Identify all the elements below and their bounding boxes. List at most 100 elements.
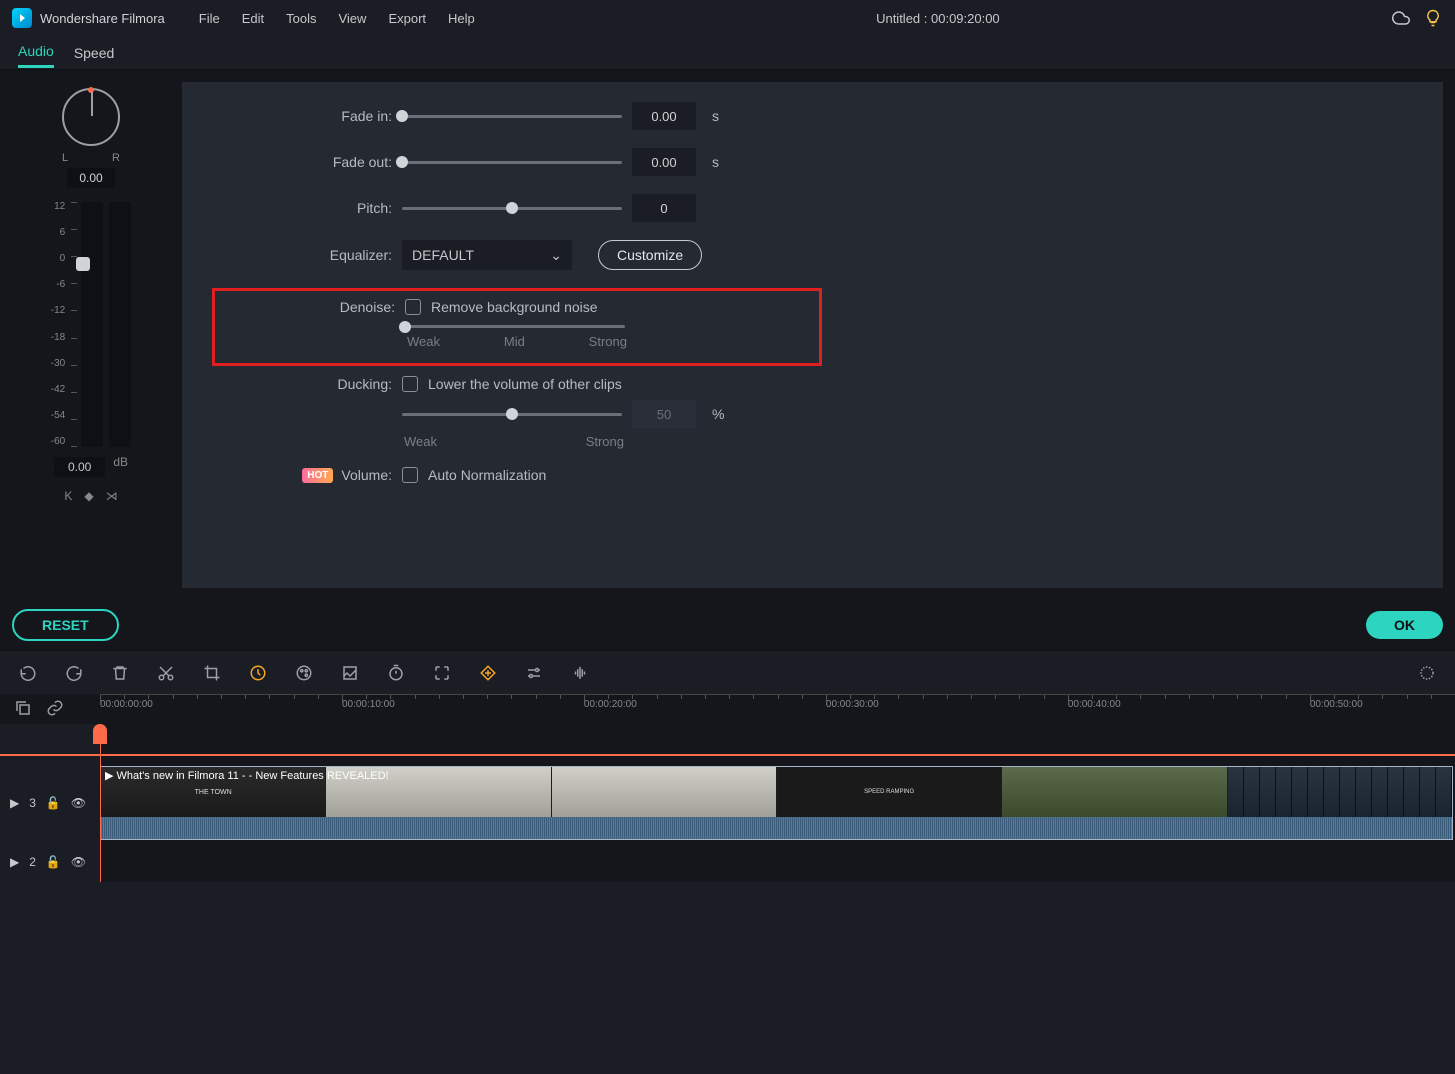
denoise-slider[interactable] [405,325,625,328]
fader-thumb[interactable] [76,257,90,271]
eye-icon[interactable]: 👁 [71,855,86,869]
audio-icon[interactable] [570,663,590,683]
menu-edit[interactable]: Edit [232,7,274,30]
pitch-slider[interactable] [402,207,622,210]
customize-button[interactable]: Customize [598,240,702,270]
ruler-timecode: 00:00:40:00 [1068,699,1121,710]
fade-in-slider[interactable] [402,115,622,118]
keyframe-next-icon[interactable]: ⋊ [106,489,118,503]
fade-in-value[interactable]: 0.00 [632,102,696,130]
speed-icon[interactable] [248,663,268,683]
denoise-weak: Weak [407,334,440,349]
ok-button[interactable]: OK [1366,611,1443,639]
project-title: Untitled : 00:09:20:00 [493,11,1383,26]
ducking-strong: Strong [586,434,624,449]
ducking-value[interactable]: 50 [632,400,696,428]
menu-bar: File Edit Tools View Export Help [189,7,485,30]
ducking-label: Ducking: [222,376,392,392]
tab-audio[interactable]: Audio [18,37,54,68]
fade-out-slider[interactable] [402,161,622,164]
video-track-icon: ▶ [10,855,19,869]
auto-normalize-checkbox[interactable] [402,467,418,483]
pan-value: 0.00 [67,168,114,188]
cut-icon[interactable] [156,663,176,683]
bulb-icon[interactable] [1423,8,1443,28]
audio-controls-panel: Fade in: 0.00 s Fade out: 0.00 s Pitch: … [182,82,1443,588]
ruler-timecode: 00:00:50:00 [1310,699,1363,710]
r-label: R [112,152,120,164]
link-icon[interactable] [46,699,64,720]
lock-icon[interactable]: 🔓 [46,855,61,869]
level-meter-r [109,202,131,447]
undo-icon[interactable] [18,663,38,683]
ruler-timecode: 00:00:00:00 [100,699,153,710]
keyframe-icon[interactable] [478,663,498,683]
lock-icon[interactable]: 🔓 [46,796,61,810]
clip-thumb [552,767,777,817]
green-screen-icon[interactable] [340,663,360,683]
menu-file[interactable]: File [189,7,230,30]
ducking-check-label: Lower the volume of other clips [428,376,622,392]
settings-icon[interactable] [524,663,544,683]
fade-out-value[interactable]: 0.00 [632,148,696,176]
tab-speed[interactable]: Speed [74,39,114,67]
bottom-bar: RESET OK [0,600,1455,650]
pan-knob[interactable] [62,88,120,146]
ducking-slider[interactable] [402,413,622,416]
pitch-value[interactable]: 0 [632,194,696,222]
keyframe-add-icon[interactable]: ◆ [84,489,93,503]
crop-icon[interactable] [202,663,222,683]
equalizer-dropdown[interactable]: DEFAULT ⌄ [402,240,572,270]
eye-icon[interactable]: 👁 [71,796,86,810]
timeline-ruler[interactable]: 00:00:00:0000:00:10:0000:00:20:0000:00:3… [100,694,1455,724]
color-icon[interactable] [294,663,314,683]
fade-out-unit: s [712,154,719,170]
reset-button[interactable]: RESET [12,609,119,641]
denoise-check-label: Remove background noise [431,299,598,315]
level-meter-l [81,202,103,447]
volume-label: Volume: [341,467,392,483]
fade-in-label: Fade in: [222,108,392,124]
menu-view[interactable]: View [328,7,376,30]
app-logo-icon [12,8,32,28]
denoise-group-highlight: Denoise: Remove background noise Weak Mi… [212,288,822,366]
timer-icon[interactable] [386,663,406,683]
clip-thumb [1002,767,1227,817]
fade-out-label: Fade out: [222,154,392,170]
fade-in-unit: s [712,108,719,124]
equalizer-label: Equalizer: [222,247,392,263]
denoise-mid: Mid [504,334,525,349]
app-title: Wondershare Filmora [40,11,165,26]
more-icon[interactable] [1417,663,1437,683]
chevron-down-icon: ⌄ [550,247,562,264]
video-clip[interactable]: ▶ What's new in Filmora 11 - - New Featu… [100,766,1453,840]
db-scale: 1260-6-12-18-30-42-54-60 [51,202,67,447]
pitch-label: Pitch: [222,200,392,216]
menu-help[interactable]: Help [438,7,485,30]
track-2-num: 2 [29,855,36,869]
denoise-checkbox[interactable] [405,299,421,315]
ruler-timecode: 00:00:10:00 [342,699,395,710]
ducking-weak: Weak [404,434,437,449]
ducking-unit: % [712,406,724,422]
video-track-icon: ▶ [10,796,19,810]
timeline-toolbar [0,650,1455,694]
keyframe-prev-icon[interactable]: K [64,489,72,503]
timeline: 00:00:00:0000:00:10:0000:00:20:0000:00:3… [0,694,1455,882]
menu-export[interactable]: Export [378,7,436,30]
track-3-num: 3 [29,796,36,810]
clip-waveform [101,817,1452,839]
redo-icon[interactable] [64,663,84,683]
hot-badge: HOT [302,468,333,483]
trash-icon[interactable] [110,663,130,683]
auto-normalize-label: Auto Normalization [428,467,546,483]
tabs-row: Audio Speed [0,36,1455,70]
ducking-checkbox[interactable] [402,376,418,392]
cloud-icon[interactable] [1391,8,1411,28]
copy-icon[interactable] [14,699,32,720]
db-unit: dB [113,455,128,469]
left-panel: LR 0.00 1260-6-12-18-30-42-54-60 0.00 dB… [0,70,182,600]
fullscreen-icon[interactable] [432,663,452,683]
menu-tools[interactable]: Tools [276,7,326,30]
clip-label: ▶ What's new in Filmora 11 - - New Featu… [105,769,389,782]
